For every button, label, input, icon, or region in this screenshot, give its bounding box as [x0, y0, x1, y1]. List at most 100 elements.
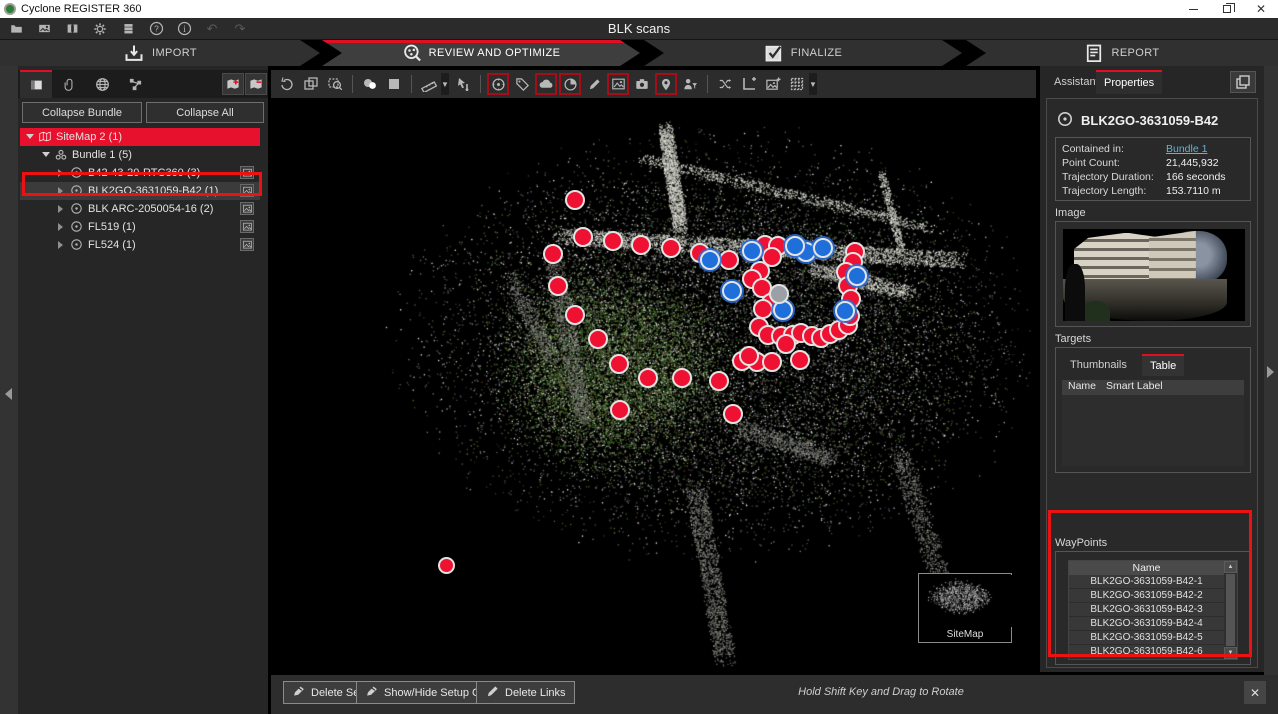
setup-marker-red[interactable]: [638, 368, 658, 388]
selection-box-icon[interactable]: [383, 73, 405, 95]
tree-item-sitemap-2-1-[interactable]: SiteMap 2 (1): [18, 128, 268, 146]
workflow-step-finalize[interactable]: FINALIZE: [644, 40, 962, 66]
tree-caret-icon[interactable]: [26, 134, 34, 139]
targets-tab-thumbnails[interactable]: Thumbnails: [1062, 354, 1135, 376]
remove-sitemap-button[interactable]: [245, 73, 267, 95]
waypoint-row[interactable]: BLK2GO-3631059-B42-7: [1069, 659, 1224, 660]
scroll-up-icon[interactable]: ▲: [1224, 561, 1237, 573]
setup-marker-red[interactable]: [438, 557, 455, 574]
tree-caret-icon[interactable]: [58, 169, 63, 177]
project-explorer-tab[interactable]: [20, 70, 52, 98]
setup-marker-blue[interactable]: [742, 241, 762, 261]
window-layout-icon[interactable]: [300, 73, 322, 95]
right-collapse-strip[interactable]: [1264, 66, 1278, 714]
setup-panorama-image[interactable]: [1063, 229, 1245, 321]
collapse-bundle-button[interactable]: Collapse Bundle: [22, 102, 142, 123]
image-placeholder-icon[interactable]: [240, 220, 254, 233]
publish-icon[interactable]: [60, 19, 84, 39]
draw-link-icon[interactable]: [583, 73, 605, 95]
setup-marker-blue[interactable]: [700, 250, 720, 270]
close-icon[interactable]: ✕: [1244, 0, 1278, 18]
waypoint-row[interactable]: BLK2GO-3631059-B42-6: [1069, 645, 1224, 659]
tree-item-fl519-1-[interactable]: FL519 (1): [18, 218, 268, 236]
attachments-tab[interactable]: [53, 70, 85, 98]
auto-links-icon[interactable]: [714, 73, 736, 95]
tree-caret-icon[interactable]: [42, 152, 50, 157]
expand-right-panel-icon[interactable]: [1267, 366, 1274, 378]
pan-rotate-icon[interactable]: [276, 73, 298, 95]
setup-marker-blue[interactable]: [835, 301, 855, 321]
waypoint-row[interactable]: BLK2GO-3631059-B42-1: [1069, 575, 1224, 589]
add-image-icon[interactable]: [762, 73, 784, 95]
setup-marker-red[interactable]: [723, 404, 743, 424]
waypoints-scrollbar[interactable]: ▲ ▼: [1224, 561, 1237, 659]
tree-item-blk-arc-2050054-16-2-[interactable]: BLK ARC-2050054-16 (2): [18, 200, 268, 218]
minimize-icon[interactable]: [1176, 0, 1210, 18]
about-icon[interactable]: i: [172, 19, 196, 39]
workflow-step-report[interactable]: REPORT: [966, 40, 1278, 66]
zoom-window-icon[interactable]: [324, 73, 346, 95]
setup-marker-red[interactable]: [790, 350, 810, 370]
close-bottom-bar-icon[interactable]: ✕: [1244, 681, 1266, 704]
toggle-quality-icon[interactable]: [559, 73, 581, 95]
tree-caret-icon[interactable]: [58, 223, 63, 231]
pop-out-icon[interactable]: [1230, 71, 1256, 93]
toggle-labels-icon[interactable]: [511, 73, 533, 95]
tree-item-b42-43-20-rtc360-3-[interactable]: B42-43-20-RTC360 (3): [18, 164, 268, 182]
tree-item-blk2go-3631059-b42-1-[interactable]: BLK2GO-3631059-B42 (1): [18, 182, 268, 200]
setup-marker-red[interactable]: [573, 227, 593, 247]
add-coordinate-icon[interactable]: [738, 73, 760, 95]
settings-icon[interactable]: [88, 19, 112, 39]
minimap[interactable]: SiteMap: [918, 573, 1012, 643]
redo-icon[interactable]: ↷: [228, 19, 252, 39]
waypoint-row[interactable]: BLK2GO-3631059-B42-2: [1069, 589, 1224, 603]
link-filter-icon[interactable]: [679, 73, 701, 95]
tree-caret-icon[interactable]: [58, 241, 63, 249]
setup-marker-red[interactable]: [631, 235, 651, 255]
measure-icon[interactable]: [418, 73, 440, 95]
setup-marker-red[interactable]: [588, 329, 608, 349]
grid-icon[interactable]: [786, 73, 808, 95]
delete-links-button[interactable]: Delete Links: [476, 681, 575, 704]
probe-pointer-icon[interactable]: [452, 73, 474, 95]
tree-item-fl524-1-[interactable]: FL524 (1): [18, 236, 268, 254]
open-project-icon[interactable]: [4, 19, 28, 39]
tree-caret-icon[interactable]: [58, 205, 63, 213]
image-placeholder-icon[interactable]: [240, 202, 254, 215]
setup-marker-red[interactable]: [719, 250, 739, 270]
property-value-link[interactable]: Bundle 1: [1166, 142, 1207, 156]
waypoints-table[interactable]: Name BLK2GO-3631059-B42-1BLK2GO-3631059-…: [1068, 560, 1238, 660]
tab-properties[interactable]: Properties: [1096, 70, 1162, 94]
tree-caret-icon[interactable]: [58, 187, 63, 195]
waypoint-row[interactable]: BLK2GO-3631059-B42-3: [1069, 603, 1224, 617]
setup-marker-blue[interactable]: [722, 281, 742, 301]
sitemap-viewport[interactable]: SiteMap: [271, 98, 1036, 671]
geotag-tab[interactable]: [86, 70, 118, 98]
toggle-setups-icon[interactable]: [487, 73, 509, 95]
toggle-waypoints-icon[interactable]: [655, 73, 677, 95]
undo-icon[interactable]: ↶: [200, 19, 224, 39]
setup-marker-red[interactable]: [762, 352, 782, 372]
waypoint-row[interactable]: BLK2GO-3631059-B42-5: [1069, 631, 1224, 645]
import-data-icon[interactable]: [32, 19, 56, 39]
add-sitemap-button[interactable]: [222, 73, 244, 95]
toggle-panorama-icon[interactable]: [631, 73, 653, 95]
scroll-down-icon[interactable]: ▼: [1224, 647, 1237, 659]
setup-marker-red[interactable]: [609, 354, 629, 374]
left-collapse-strip[interactable]: [0, 66, 18, 714]
collapse-left-panel-icon[interactable]: [5, 388, 12, 400]
help-icon[interactable]: ?: [144, 19, 168, 39]
setup-marker-red[interactable]: [548, 276, 568, 296]
setup-spheres-icon[interactable]: [359, 73, 381, 95]
grid-dropdown-icon[interactable]: ▼: [809, 73, 817, 95]
workflow-step-import[interactable]: IMPORT: [0, 40, 320, 66]
measure-dropdown-icon[interactable]: ▼: [441, 73, 449, 95]
targets-table-body[interactable]: [1062, 395, 1244, 466]
setup-marker-red[interactable]: [739, 346, 759, 366]
setup-marker-red[interactable]: [565, 190, 585, 210]
setup-marker-red[interactable]: [709, 371, 729, 391]
scrollbar-thumb[interactable]: [1226, 574, 1235, 646]
collapse-all-button[interactable]: Collapse All: [146, 102, 264, 123]
image-placeholder-icon[interactable]: [240, 184, 254, 197]
links-graph-tab[interactable]: [119, 70, 151, 98]
